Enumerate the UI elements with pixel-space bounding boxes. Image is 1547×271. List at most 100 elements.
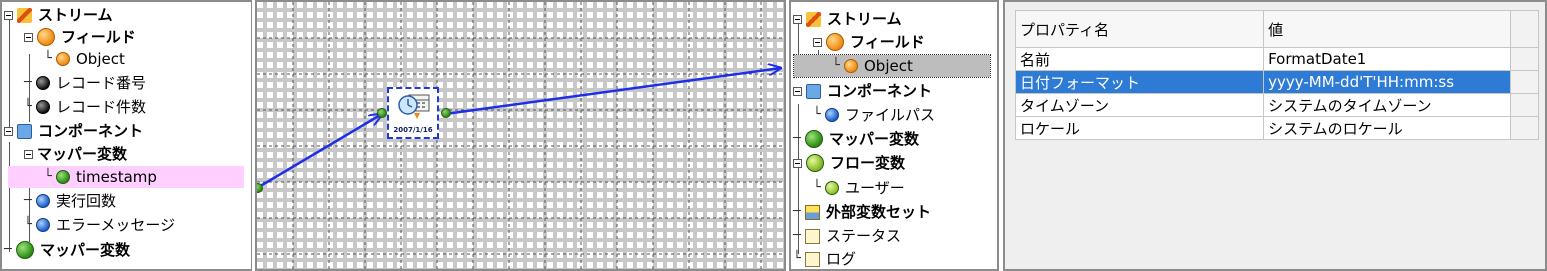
variable-icon xyxy=(36,218,50,232)
tree-connector-icon: ─ xyxy=(4,242,12,257)
collapse-icon[interactable] xyxy=(24,32,33,42)
variable-icon xyxy=(56,170,70,184)
collapse-icon[interactable] xyxy=(813,37,822,47)
property-value-cell[interactable]: FormatDate1 xyxy=(1263,47,1512,71)
tree-node-label: ストリーム xyxy=(38,6,113,24)
tree-connector-icon: └ xyxy=(832,58,840,73)
tree-node-label: フィールド xyxy=(850,33,925,51)
collapse-icon[interactable] xyxy=(4,10,13,20)
tree-node-stream[interactable]: ストリーム xyxy=(793,8,904,30)
tree-node-field[interactable]: フィールド xyxy=(24,26,138,48)
properties-panel: プロパティ名 値 名前 FormatDate1 日付フォーマット yyyy-MM… xyxy=(1003,0,1547,271)
variable-icon xyxy=(825,181,839,195)
mapper-icon xyxy=(16,241,34,259)
tree-node-object[interactable]: └ Object xyxy=(793,54,991,78)
object-icon xyxy=(56,52,70,66)
tree-node-label: エラーメッセージ xyxy=(56,216,176,234)
tree-node-label: マッパー変数 xyxy=(40,241,131,259)
tree-node-label: レコード件数 xyxy=(56,98,147,116)
collapse-icon[interactable] xyxy=(4,126,13,136)
tree-connector-icon: └ xyxy=(44,51,52,66)
mapping-canvas[interactable]: 2007/1/16 xyxy=(255,0,786,271)
tree-node-label: Object xyxy=(864,57,913,75)
column-header-value[interactable]: 値 xyxy=(1263,10,1512,48)
mapping-arrow-in xyxy=(257,114,382,190)
property-value-cell[interactable]: システムのタイムゾーン xyxy=(1263,93,1512,117)
tree-node-flow-variables[interactable]: フロー変数 xyxy=(793,152,907,174)
tree-node-mapper-variables-root[interactable]: ─ マッパー変数 xyxy=(4,239,132,261)
property-name-cell: ロケール xyxy=(1014,116,1265,140)
component-label: 2007/1/16 xyxy=(393,126,433,134)
tree-connector-icon: ─ xyxy=(793,204,801,219)
tree-node-label: Object xyxy=(76,50,125,68)
table-row[interactable]: ロケール システムのロケール xyxy=(1014,116,1539,140)
tree-node-error-message[interactable]: └ エラーメッセージ xyxy=(24,214,177,236)
component-icon xyxy=(806,83,821,99)
tree-node-label: フロー変数 xyxy=(830,154,906,172)
property-edit-button[interactable] xyxy=(1510,116,1539,140)
format-date-component[interactable]: 2007/1/16 xyxy=(387,87,439,139)
tree-node-log[interactable]: └ ログ xyxy=(793,248,858,269)
component-input-port-icon[interactable] xyxy=(377,108,387,118)
stream-icon xyxy=(17,7,32,23)
tree-node-record-number[interactable]: ─ レコード番号 xyxy=(24,72,148,94)
table-header-row: プロパティ名 値 xyxy=(1014,10,1539,48)
tree-connector-icon: ─ xyxy=(793,228,801,243)
collapse-icon[interactable] xyxy=(793,14,802,24)
tree-node-label: ファイルパス xyxy=(845,106,936,124)
properties-table: プロパティ名 値 名前 FormatDate1 日付フォーマット yyyy-MM… xyxy=(1014,10,1539,140)
property-edit-button[interactable] xyxy=(1510,70,1539,94)
field-icon xyxy=(826,33,844,51)
tree-node-label: コンポーネント xyxy=(38,122,144,140)
canvas-grid xyxy=(257,2,784,269)
tree-connector-icon: └ xyxy=(24,217,32,232)
component-icon xyxy=(17,123,32,139)
tree-node-object[interactable]: └ Object xyxy=(44,48,127,70)
tree-node-status[interactable]: ─ ステータス xyxy=(793,225,903,247)
property-value-cell[interactable]: yyyy-MM-dd'T'HH:mm:ss xyxy=(1263,70,1512,94)
tree-node-record-count[interactable]: └ レコード件数 xyxy=(24,96,148,118)
object-icon xyxy=(844,59,858,73)
stream-icon xyxy=(806,11,821,27)
property-value-cell[interactable]: システムのロケール xyxy=(1263,116,1512,140)
tree-node-label: timestamp xyxy=(76,168,157,186)
flow-variable-icon xyxy=(806,154,824,172)
tree-node-label: フィールド xyxy=(61,28,136,46)
mapping-arrow-out xyxy=(444,68,781,116)
tree-node-component[interactable]: コンポーネント xyxy=(793,80,934,102)
collapse-icon[interactable] xyxy=(793,86,802,96)
table-row[interactable]: 日付フォーマット yyyy-MM-dd'T'HH:mm:ss xyxy=(1014,70,1539,94)
external-variable-icon xyxy=(805,204,820,220)
tree-connector-icon: ─ xyxy=(24,193,32,208)
record-icon xyxy=(36,76,50,90)
tree-node-label: 実行回数 xyxy=(56,192,117,210)
tree-node-label: ユーザー xyxy=(845,179,905,197)
property-edit-button[interactable] xyxy=(1510,47,1539,71)
collapse-icon[interactable] xyxy=(793,158,802,168)
tree-node-field[interactable]: フィールド xyxy=(813,31,927,53)
tree-node-execution-count[interactable]: ─ 実行回数 xyxy=(24,190,118,212)
tree-connector-icon: ─ xyxy=(24,75,32,90)
property-name-cell: 名前 xyxy=(1014,47,1265,71)
tree-connector-icon: └ xyxy=(813,180,821,195)
column-header-property-name[interactable]: プロパティ名 xyxy=(1014,10,1265,48)
tree-node-user[interactable]: └ ユーザー xyxy=(813,177,907,199)
column-header-spacer xyxy=(1510,10,1539,48)
tree-node-mapper-variables[interactable]: ─ マッパー変数 xyxy=(793,128,921,150)
tree-node-component[interactable]: コンポーネント xyxy=(4,120,145,142)
tree-node-mapper-variables[interactable]: マッパー変数 xyxy=(24,143,129,165)
property-edit-button[interactable] xyxy=(1510,93,1539,117)
target-tree-panel: ストリーム フィールド └ Object コンポーネント └ ファイルパス ─ … xyxy=(789,0,999,271)
tree-node-external-variable-set[interactable]: ─ 外部変数セット xyxy=(793,201,933,223)
table-row[interactable]: タイムゾーン システムのタイムゾーン xyxy=(1014,93,1539,117)
tree-node-file-path[interactable]: └ ファイルパス xyxy=(813,104,937,126)
component-output-port-icon[interactable] xyxy=(441,108,451,118)
tree-node-stream[interactable]: ストリーム xyxy=(4,4,115,26)
source-tree-panel: ストリーム フィールド └ Object ─ レコード番号 └ レコード件数 コ… xyxy=(0,0,252,271)
collapse-icon[interactable] xyxy=(24,149,33,159)
tree-node-label: マッパー変数 xyxy=(37,145,128,163)
table-row[interactable]: 名前 FormatDate1 xyxy=(1014,47,1539,71)
tree-node-timestamp[interactable]: └ timestamp xyxy=(8,166,244,188)
field-icon xyxy=(37,28,55,46)
tree-node-label: ストリーム xyxy=(827,10,902,28)
